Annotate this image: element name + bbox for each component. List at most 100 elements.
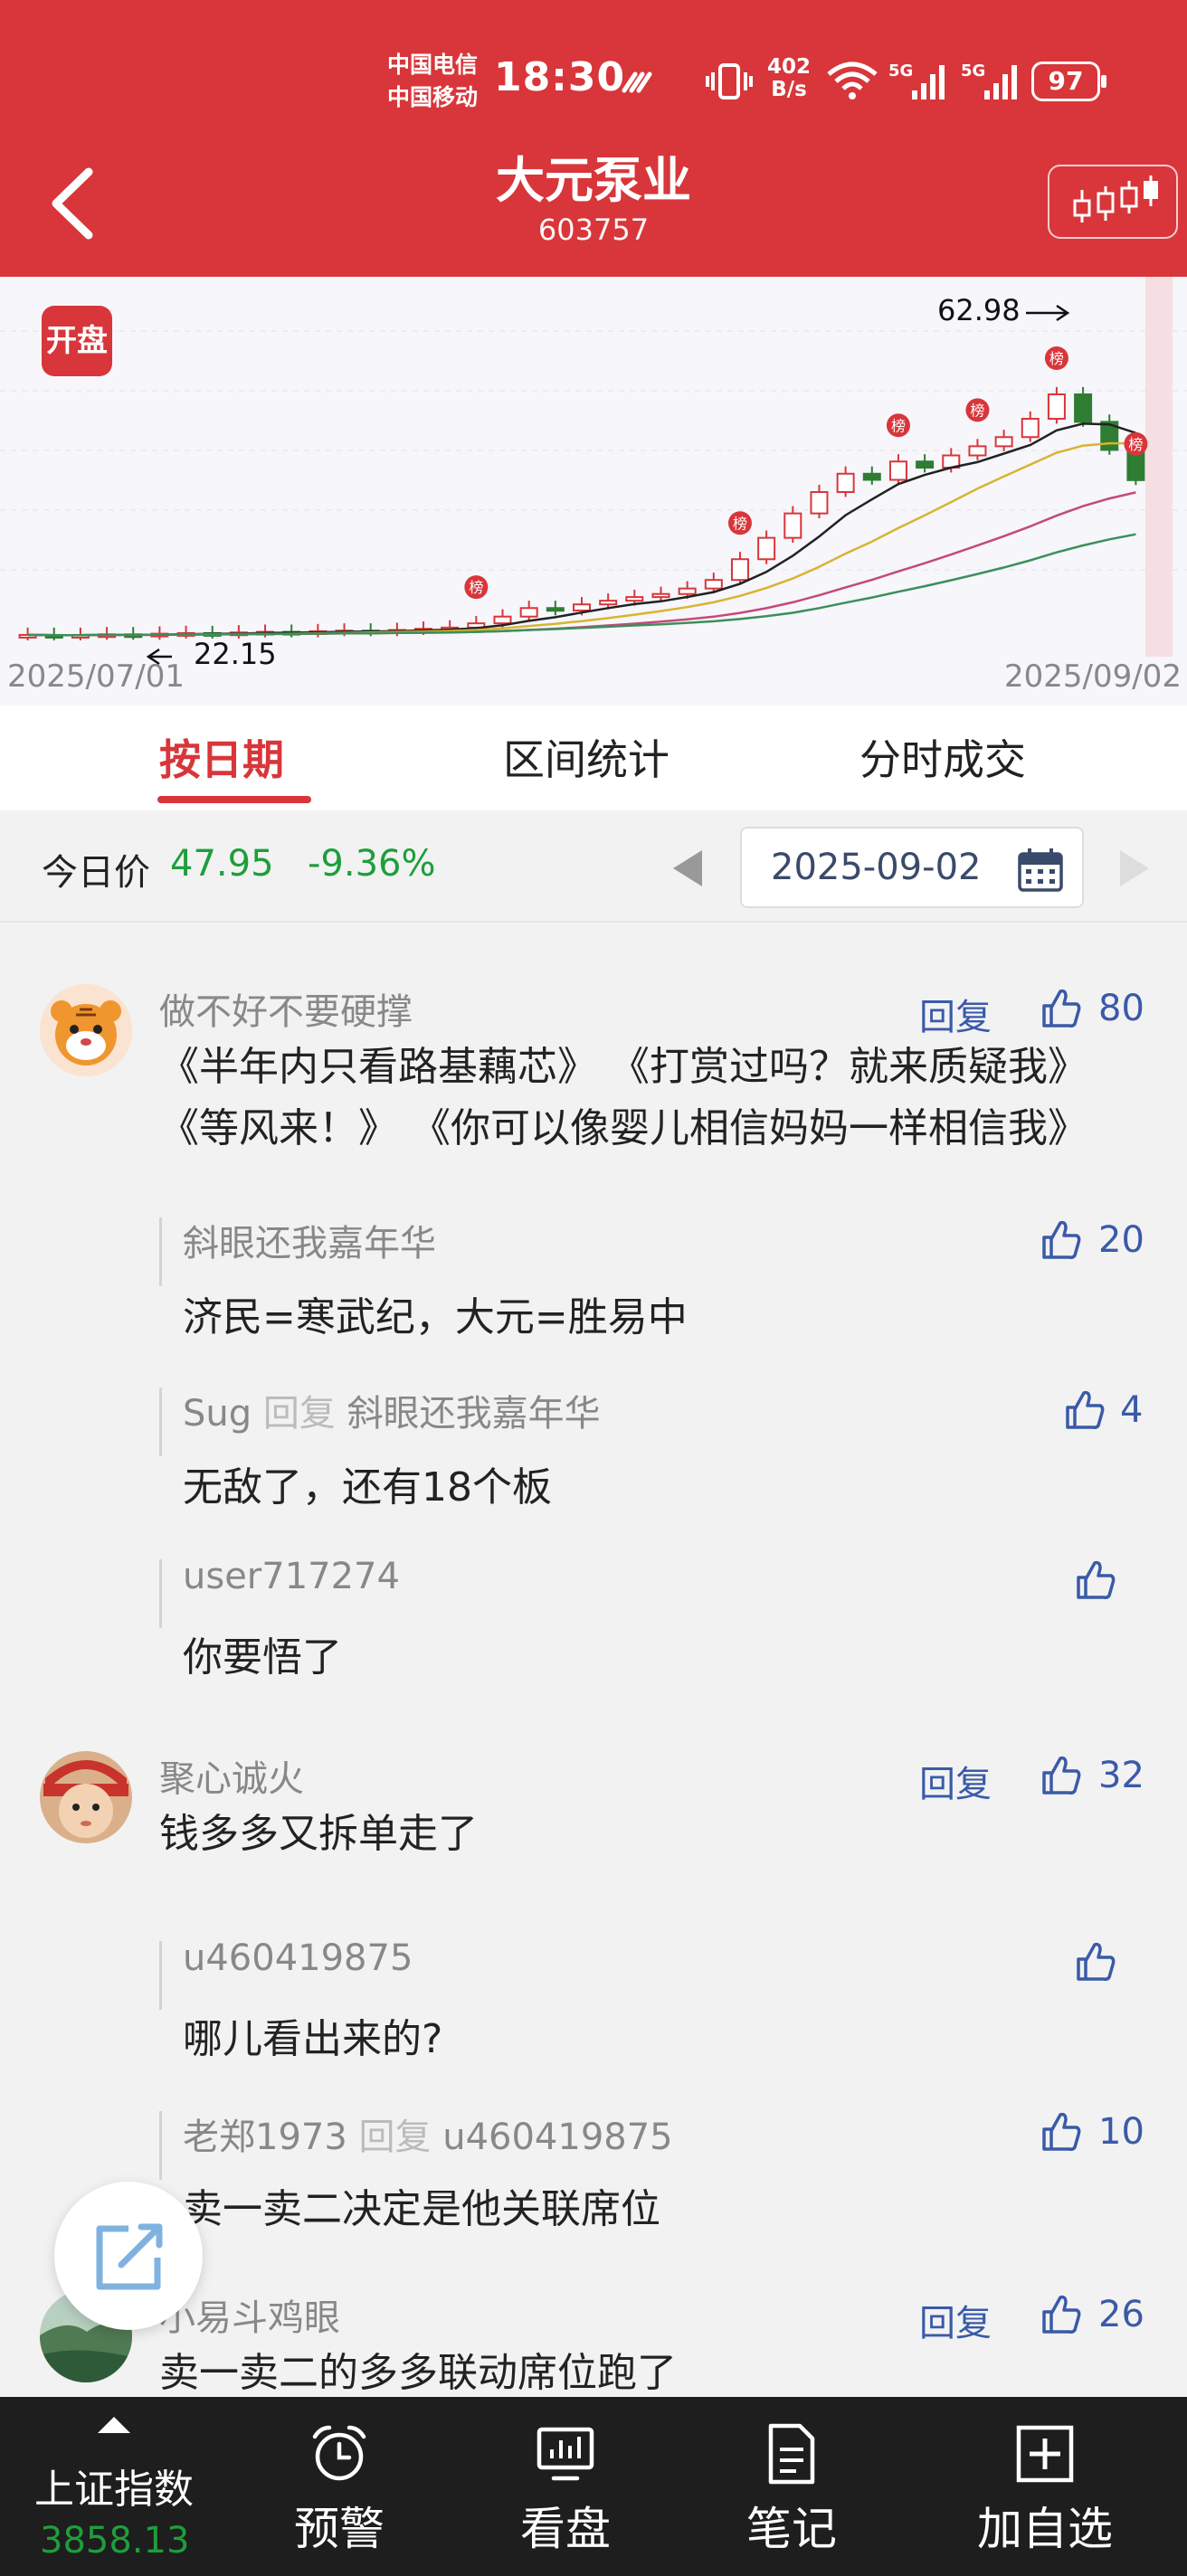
tab-by-date[interactable]: 按日期 [159,727,284,787]
reply-author[interactable]: Sug [183,1393,252,1435]
candle-up [573,603,591,611]
app-header: 中国电信 中国移动 18:30 402 B/s 5G 5G 97 大元泵业 60… [0,0,1187,277]
candlestick-icon [1073,175,1158,223]
document-icon [768,2423,815,2485]
candle-up [810,491,829,515]
comment-author[interactable]: 聚心诚火 [159,1749,304,1802]
candle-down [862,472,881,481]
thumbs-up-icon[interactable] [1073,1939,1118,1984]
reply-text: 你要悟了 [183,1634,342,1681]
next-stock-icon[interactable] [811,174,856,228]
candle-up [836,472,855,493]
thumbs-up-icon[interactable] [1039,1753,1084,1798]
reply-author[interactable]: user717274 [183,1556,400,1597]
high-price-label: 62.98 [937,293,1021,327]
vibrate-icon [706,63,753,99]
comment-list[interactable]: 做不好不要硬撑 回复 80 《半年内只看路基藕芯》 《打赏过吗？就来质疑我》 《… [0,923,1187,2397]
tab-tick-trades[interactable]: 分时成交 [859,727,1026,787]
nav-notes[interactable]: 笔记 [715,2422,869,2576]
reply-text: 无敌了，还有18个板 [183,1464,552,1511]
comment-author[interactable]: 做不好不要硬撑 [159,982,413,1035]
reply-button[interactable]: 回复 [919,2294,992,2346]
comment-line: 卖一卖二的多多联动席位跑了 [159,2350,677,2396]
like-count: 4 [1120,1389,1144,1431]
prev-stock-icon[interactable] [329,174,375,228]
avatar[interactable] [40,1751,132,1843]
kline-svg: 榜榜榜榜榜榜62.9822.15 [0,277,1187,671]
high-arrow-icon [1026,304,1070,322]
calendar-icon [1018,848,1063,892]
net-speed-unit: B/s [771,78,807,101]
candle-up [519,607,538,618]
selected-date: 2025-09-02 [771,847,982,888]
tiger-avatar-icon [40,984,132,1076]
bottom-nav: 上证指数 3858.13 预警 看盘 笔记 加自选 [0,2397,1187,2576]
thumbs-up-icon[interactable] [1039,2292,1084,2337]
candle-up [1021,418,1040,439]
low-price-label: 22.15 [194,637,277,671]
thumbs-up-icon[interactable] [1062,1387,1107,1433]
rank-marker-label: 榜 [733,515,747,532]
kline-chart[interactable]: 榜榜榜榜榜榜 62.98 22.15 开盘 2025/07/01 2025/09/0… [0,277,1187,706]
price-value: 47.95 [170,843,274,885]
next-date-icon[interactable] [1120,850,1149,886]
carrier-1: 中国电信 [387,52,479,78]
rank-marker-label: 榜 [1049,350,1064,367]
index-ticker[interactable]: 上证指数 3858.13 [0,2397,226,2576]
candle-up [994,436,1013,448]
thumbs-up-icon[interactable] [1039,1217,1084,1263]
reply-divider [159,1559,162,1628]
candle-down [546,607,565,612]
reply-author-line: Sug 回复 斜眼还我嘉年华 [183,1384,601,1436]
reply-divider [159,1387,162,1456]
avatar[interactable] [40,984,132,1076]
candle-up [888,460,907,481]
signal-1-label: 5G [888,62,913,80]
stock-code: 603757 [537,213,650,247]
rank-marker-label: 榜 [469,579,483,596]
status-time: 18:30 [494,54,626,100]
prev-date-icon[interactable] [673,850,702,886]
like-count: 26 [1098,2294,1144,2335]
nav-alert[interactable]: 预警 [262,2422,416,2576]
like-count: 80 [1098,988,1144,1029]
comment-line: 《等风来！》 《你可以像婴儿相信妈妈一样相信我》 [159,1105,1087,1151]
open-market-badge[interactable]: 开盘 [42,306,112,376]
chart-start-date: 2025/07/01 [7,658,185,695]
battery-indicator: 97 [1031,62,1106,101]
like-count: 20 [1098,1219,1144,1261]
thumbs-up-icon[interactable] [1039,986,1084,1031]
monitor-chart-icon [537,2427,594,2481]
net-speed-value: 402 [767,55,812,79]
back-icon[interactable] [42,163,105,244]
reply-target[interactable]: u460419875 [442,2117,672,2158]
reply-author[interactable]: 老郑1973 [183,2117,347,2158]
nav-add-watchlist[interactable]: 加自选 [932,2422,1158,2576]
comment-text: 卖一卖二的多多联动席位跑了 [159,2343,677,2397]
reply-target[interactable]: 斜眼还我嘉年华 [347,1393,601,1435]
rank-marker-label: 榜 [891,417,906,434]
reply-button[interactable]: 回复 [919,1755,992,1807]
thumbs-up-icon[interactable] [1039,2109,1084,2155]
reply-author[interactable]: 斜眼还我嘉年华 [183,1214,436,1266]
carrier-2: 中国移动 [387,84,479,110]
compose-button[interactable] [54,2182,203,2330]
latest-day-band [1145,277,1173,657]
thumbs-up-icon[interactable] [1073,1558,1118,1603]
tab-range-stats[interactable]: 区间统计 [503,727,669,787]
signal-icon-2: 5G [961,62,1017,99]
index-name: 上证指数 [34,2467,194,2513]
candle-up [493,615,512,625]
hand-gesture-icon [622,71,652,93]
reply-author[interactable]: u460419875 [183,1937,413,1979]
date-picker[interactable]: 2025-09-02 [740,827,1084,908]
price-change: -9.36% [308,843,436,885]
reply-button[interactable]: 回复 [919,988,992,1040]
nav-watch[interactable]: 看盘 [489,2422,642,2576]
reply-text: 济民=寒武纪，大元=胜易中 [183,1294,688,1340]
candle-down [916,460,935,469]
kline-toggle-button[interactable] [1048,165,1178,239]
stock-title: 大元泵业 603757 [413,150,774,248]
index-value: 3858.13 [40,2520,190,2562]
baby-avatar-icon [40,1751,132,1843]
